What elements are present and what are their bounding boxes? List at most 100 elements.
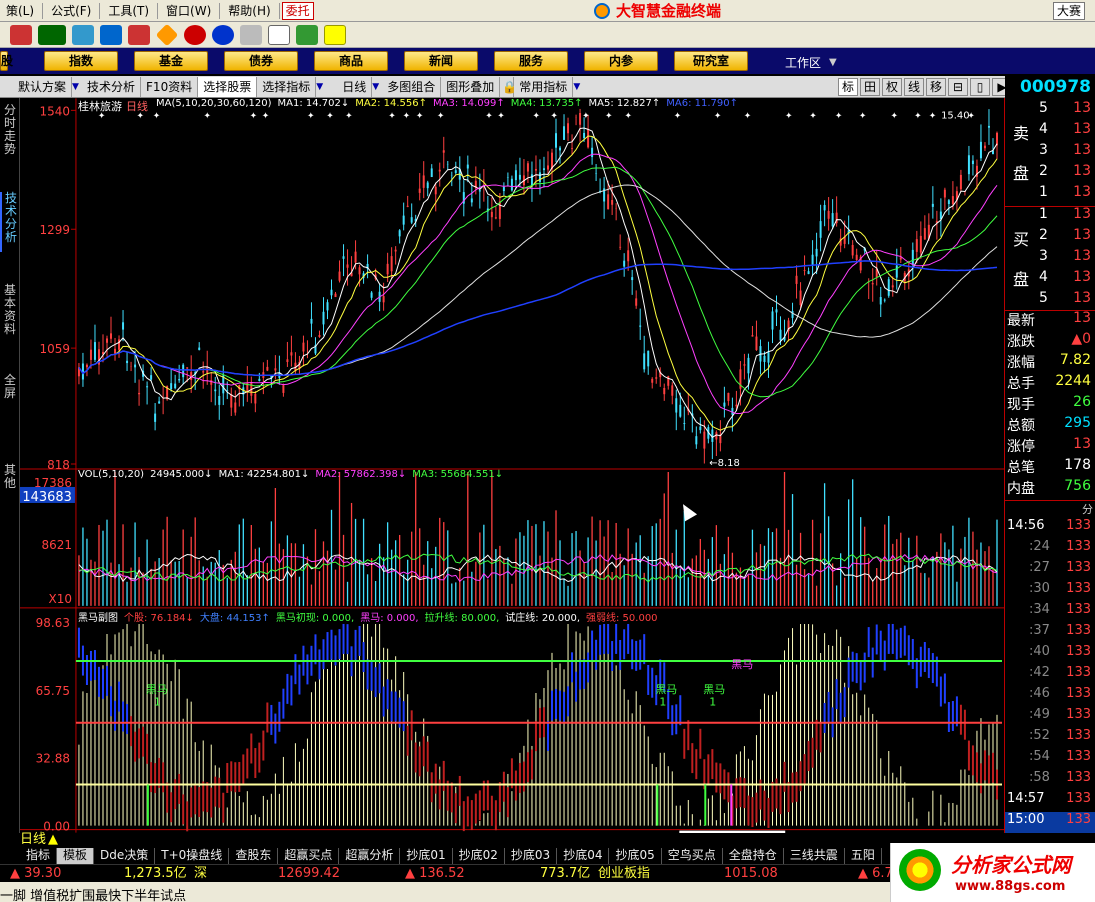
ticks-header: 分 <box>1082 503 1093 516</box>
tick-row: :34 133 <box>1029 602 1091 617</box>
period-indicator[interactable]: 日线 ▲ <box>20 832 74 848</box>
menu-item-window[interactable]: 窗口(W) <box>160 1 217 21</box>
ma-legend-item: MA1: 14.702↓ <box>277 98 350 109</box>
tab-overlay[interactable]: 图形叠加 <box>441 76 501 97</box>
svg-text:✦: ✦ <box>890 111 898 121</box>
vol-legend-item: VOL(5,10,20) <box>78 469 145 480</box>
line-button[interactable]: 线 <box>904 78 924 96</box>
dropdown-arrow-icon[interactable]: ▼ <box>72 80 82 94</box>
ma-line-10 <box>78 135 998 431</box>
tick-row: :58 133 <box>1029 770 1091 785</box>
stock-name: 桂林旅游 <box>78 100 122 113</box>
template-tab[interactable]: 三线共震 <box>784 848 845 864</box>
module-insider-button[interactable]: 内参 <box>584 51 658 71</box>
module-commodity-button[interactable]: 商品 <box>314 51 388 71</box>
module-research-button[interactable]: 研究室 <box>674 51 748 71</box>
template-tab[interactable]: 抄底02 <box>453 848 505 864</box>
svg-text:✦: ✦ <box>785 111 793 121</box>
news-marquee[interactable]: 一脚 增值税扩围最快下半年试点 <box>0 885 186 902</box>
template-tab[interactable]: T+0操盘线 <box>155 848 230 864</box>
stock-chart[interactable]: 154012991059818173868621X1014368398.6365… <box>20 98 1005 833</box>
diamond-icon[interactable] <box>155 23 179 46</box>
period-label: 日线 <box>126 100 148 113</box>
template-tab[interactable]: Dde决策 <box>94 848 156 864</box>
module-stock-button[interactable]: 股 <box>0 51 13 71</box>
template-tab[interactable]: 抄底03 <box>505 848 558 864</box>
template-tab[interactable]: 全盘持仓 <box>723 848 784 864</box>
indicator-legend-item: 试庄线: 20.000, <box>505 613 580 624</box>
tab-common-indicators[interactable]: 常用指标 <box>514 76 574 97</box>
help-cursor-icon[interactable] <box>324 24 346 45</box>
lock-icon[interactable]: 🔒 <box>500 76 517 97</box>
help-book-icon[interactable] <box>128 24 150 45</box>
record-icon[interactable] <box>184 24 206 45</box>
template-tab[interactable]: 五阳 <box>845 848 882 864</box>
ma-line-120 <box>78 260 998 377</box>
quote-stat-row: 总手 2244 <box>1007 373 1091 392</box>
grid-button[interactable]: 田 <box>860 78 880 96</box>
menu-item-tools[interactable]: 工具(T) <box>102 1 155 21</box>
vtab-fundamental[interactable]: 基本资料 <box>0 284 20 344</box>
module-index-button[interactable]: 指数 <box>44 51 118 71</box>
tab-f10[interactable]: F10资料 <box>141 76 199 97</box>
chart-bars-icon[interactable] <box>296 24 318 45</box>
contest-button[interactable]: 大赛 <box>1053 2 1085 20</box>
chart-tool-buttons: 标 田 权 线 移 ⊟ ▯ ▶ <box>838 78 1014 96</box>
dropdown-arrow-icon[interactable]: ▼ <box>573 80 583 94</box>
tab-default-scheme[interactable]: 默认方案 <box>0 76 73 97</box>
module-service-button[interactable]: 服务 <box>494 51 568 71</box>
template-tab[interactable]: 空鸟买点 <box>662 848 723 864</box>
menu-item-formula[interactable]: 公式(F) <box>45 1 97 21</box>
template-tab[interactable]: 抄底04 <box>557 848 610 864</box>
vtab-other[interactable]: 其他 <box>0 464 20 494</box>
tab-select-stock[interactable]: 选择股票 <box>198 76 258 97</box>
window-icon[interactable] <box>268 24 290 45</box>
dropdown-arrow-icon[interactable]: ▼ <box>316 80 326 94</box>
quote-stat-row: 现手 26 <box>1007 394 1091 413</box>
indicator-axis-tick: 0.00 <box>43 820 70 833</box>
tab-select-indicator[interactable]: 选择指标 <box>257 76 317 97</box>
dropdown-arrow-icon[interactable]: ▼ <box>372 80 382 94</box>
ask-row: 5 13 <box>1039 100 1091 116</box>
template-tab[interactable]: 超赢买点 <box>278 848 340 864</box>
template-tab[interactable]: 模板 <box>57 848 95 864</box>
flag-icon[interactable] <box>10 24 32 45</box>
template-tab[interactable]: 指标 <box>20 848 58 864</box>
info-icon[interactable] <box>212 24 234 45</box>
module-bond-button[interactable]: 债券 <box>224 51 298 71</box>
menu-item-help[interactable]: 帮助(H) <box>222 1 276 21</box>
tab-technical-analysis[interactable]: 技术分析 <box>82 76 142 97</box>
svg-text:✦: ✦ <box>485 111 493 121</box>
template-tab[interactable]: 查股东 <box>229 848 279 864</box>
binoculars-icon[interactable] <box>100 24 122 45</box>
ask-row: 4 13 <box>1039 121 1091 137</box>
tick-row: 15:00 133 <box>1005 812 1095 833</box>
minimize-panel-icon[interactable]: ⊟ <box>948 78 968 96</box>
indicator-axis-tick: 32.88 <box>36 752 70 766</box>
template-tab[interactable]: 抄底05 <box>609 848 662 864</box>
vtab-intraday[interactable]: 分时走势 <box>0 104 20 164</box>
tick-row: 14:56 133 <box>1007 518 1091 533</box>
volume-panel <box>78 471 998 606</box>
template-tab[interactable]: 超赢分析 <box>339 848 401 864</box>
tab-multi-chart[interactable]: 多图组合 <box>382 76 442 97</box>
module-news-button[interactable]: 新闻 <box>404 51 478 71</box>
print-icon[interactable] <box>240 24 262 45</box>
vtab-technical[interactable]: 技术分析 <box>0 192 20 252</box>
move-button[interactable]: 移 <box>926 78 946 96</box>
panel-icon[interactable]: ▯ <box>970 78 990 96</box>
index-value: 1015.08 <box>724 866 778 881</box>
rights-button[interactable]: 权 <box>882 78 902 96</box>
network-icon[interactable] <box>72 24 94 45</box>
module-fund-button[interactable]: 基金 <box>134 51 208 71</box>
flag-cn-icon[interactable] <box>38 24 66 45</box>
svg-text:✦: ✦ <box>345 111 353 121</box>
tab-daily[interactable]: 日线 <box>326 76 373 97</box>
indicator-legend: 黑马副图 个股: 76.184↓ 大盘: 44.153↑ 黑马初现: 0.000, 黑马… <box>78 609 664 624</box>
template-tab[interactable]: 抄底01 <box>400 848 453 864</box>
entrust-button[interactable]: 委托 <box>281 1 314 20</box>
mark-button[interactable]: 标 <box>838 78 858 96</box>
menu-item-strategy[interactable]: 策(L) <box>0 1 40 21</box>
vtab-fullscreen[interactable]: 全屏 <box>0 374 20 404</box>
workarea-menu[interactable]: 工作区 ▼ <box>785 54 837 71</box>
